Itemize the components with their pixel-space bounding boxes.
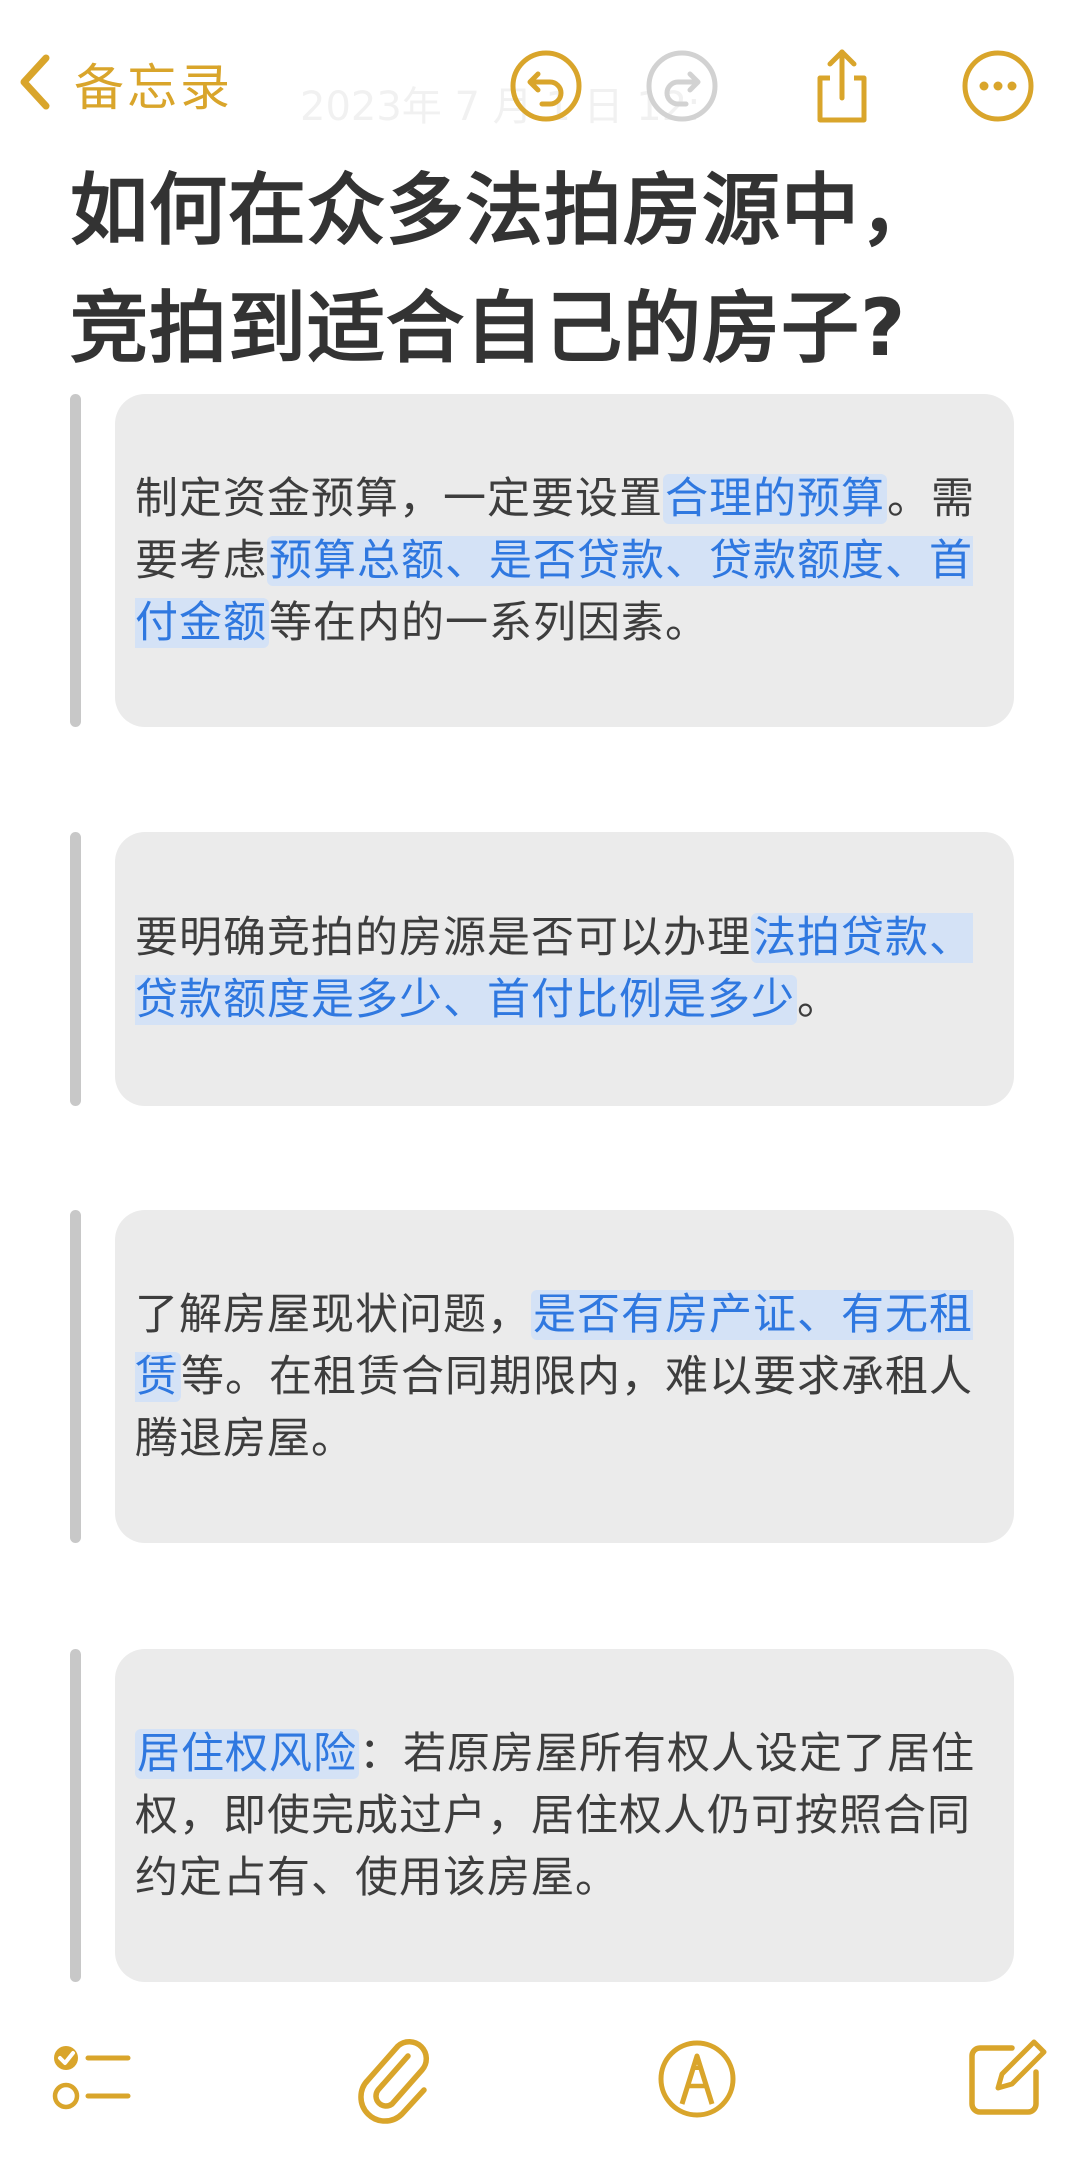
quote-block[interactable]: 居住权风险：若原房屋所有权人设定了居住权，即使完成过户，居住权人仍可按照合同约定…	[70, 1649, 1014, 1982]
quote-text-segment: 制定资金预算，一定要设置	[135, 473, 663, 524]
quote-text-segment: 。	[797, 975, 841, 1025]
quote-card: 居住权风险：若原房屋所有权人设定了居住权，即使完成过户，居住权人仍可按照合同约定…	[115, 1649, 1014, 1982]
quote-block[interactable]: 制定资金预算，一定要设置合理的预算。需要考虑预算总额、是否贷款、贷款额度、首付金…	[70, 394, 1014, 727]
quote-block[interactable]: 了解房屋现状问题，是否有房产证、有无租赁等。在租赁合同期限内，难以要求承租人腾退…	[70, 1210, 1014, 1543]
share-button[interactable]	[804, 48, 880, 124]
back-button[interactable]: 备忘录	[18, 52, 233, 117]
undo-icon	[508, 48, 584, 124]
attach-button[interactable]	[350, 2034, 440, 2124]
quote-text-segment: 等在内的一系列因素。	[269, 597, 709, 648]
share-icon	[804, 48, 880, 124]
quote-text-segment: 了解房屋现状问题，	[135, 1289, 531, 1340]
quote-bar	[70, 1210, 81, 1543]
checklist-icon	[46, 2034, 136, 2124]
quote-text: 居住权风险：若原房屋所有权人设定了居住权，即使完成过户，居住权人仍可按照合同约定…	[135, 1723, 990, 1909]
highlighted-text: 居住权风险	[135, 1728, 359, 1779]
markup-button[interactable]	[652, 2034, 742, 2124]
quote-card: 制定资金预算，一定要设置合理的预算。需要考虑预算总额、是否贷款、贷款额度、首付金…	[115, 394, 1014, 727]
highlighted-text: 合理的预算	[663, 473, 887, 524]
quote-bar	[70, 1649, 81, 1982]
checklist-button[interactable]	[46, 2034, 136, 2124]
redo-icon	[644, 48, 720, 124]
compose-button[interactable]	[960, 2034, 1050, 2124]
quote-card: 了解房屋现状问题，是否有房产证、有无租赁等。在租赁合同期限内，难以要求承租人腾退…	[115, 1210, 1014, 1543]
quote-text-segment: 要明确竞拍的房源是否可以办理	[135, 913, 751, 963]
redo-button[interactable]	[644, 48, 720, 124]
chevron-left-icon	[18, 52, 52, 116]
quote-text: 要明确竞拍的房源是否可以办理法拍贷款、贷款额度是多少、首付比例是多少。	[135, 907, 990, 1031]
quote-text: 了解房屋现状问题，是否有房产证、有无租赁等。在租赁合同期限内，难以要求承租人腾退…	[135, 1284, 990, 1470]
paperclip-icon	[350, 2034, 440, 2124]
quote-bar	[70, 832, 81, 1106]
navigation-bar: 2023年 7 月 1 日 12: 备忘录	[0, 0, 1080, 170]
quote-bar	[70, 394, 81, 727]
undo-button[interactable]	[508, 48, 584, 124]
markup-pen-icon	[652, 2034, 742, 2124]
back-label: 备忘录	[74, 59, 233, 117]
note-title[interactable]: 如何在众多法拍房源中， 竞拍到适合自己的房子?	[70, 152, 1030, 388]
compose-icon	[960, 2034, 1050, 2124]
quote-text-segment: 等。在租赁合同期限内，难以要求承租人腾退房屋。	[135, 1351, 973, 1464]
quote-block[interactable]: 要明确竞拍的房源是否可以办理法拍贷款、贷款额度是多少、首付比例是多少。	[70, 832, 1014, 1106]
quote-text: 制定资金预算，一定要设置合理的预算。需要考虑预算总额、是否贷款、贷款额度、首付金…	[135, 468, 990, 654]
quote-card: 要明确竞拍的房源是否可以办理法拍贷款、贷款额度是多少、首付比例是多少。	[115, 832, 1014, 1106]
more-button[interactable]	[960, 48, 1036, 124]
note-date: 2023年 7 月 1 日 12:	[300, 84, 701, 130]
bottom-toolbar	[0, 2010, 1080, 2167]
more-icon	[960, 48, 1036, 124]
